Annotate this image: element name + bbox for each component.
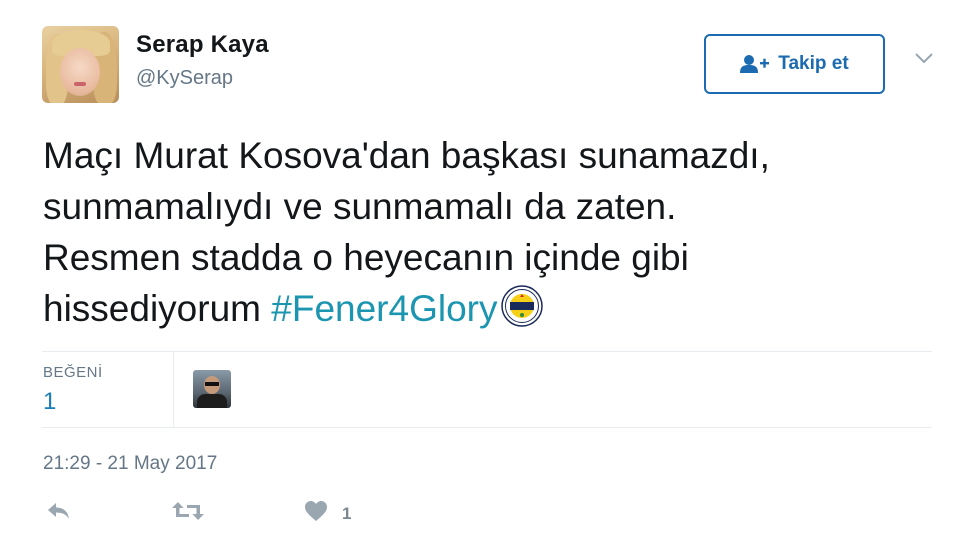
avatar-lips	[74, 82, 86, 86]
author-avatar[interactable]	[42, 26, 119, 103]
chevron-down-icon[interactable]	[914, 51, 934, 70]
tweet-line-2: sunmamalıydı ve sunmamalı da zaten.	[43, 186, 677, 227]
tweet-line-1: Maçı Murat Kosova'dan başkası sunamazdı,	[43, 135, 770, 176]
like-button[interactable]: 1	[304, 500, 351, 527]
follow-button[interactable]: Takip et	[704, 34, 885, 94]
liker-avatar[interactable]	[193, 370, 231, 408]
tweet-line-4: hissediyorum #Fener4Glory	[43, 283, 943, 340]
liker-avatar-body	[197, 394, 227, 408]
reply-icon	[46, 500, 72, 527]
like-count: 1	[342, 503, 352, 523]
follow-button-label: Takip et	[778, 53, 849, 74]
retweet-button[interactable]	[171, 500, 205, 527]
retweet-icon	[171, 500, 205, 527]
liker-avatar-sunglasses	[205, 382, 219, 386]
fenerbahce-emblem-icon	[501, 285, 544, 340]
avatar-face	[60, 48, 100, 96]
reply-button[interactable]	[46, 500, 72, 527]
hashtag-link[interactable]: #Fener4Glory	[271, 288, 497, 329]
author-handle[interactable]: @KySerap	[136, 67, 233, 90]
tweet-line-3: Resmen stadda o heyecanın içinde gibi	[43, 237, 689, 278]
stats-top-divider	[42, 351, 932, 352]
stats-vertical-divider	[173, 352, 174, 427]
likes-count[interactable]: 1	[43, 388, 56, 416]
author-name[interactable]: Serap Kaya	[136, 31, 269, 59]
tweet-timestamp[interactable]: 21:29 - 21 May 2017	[43, 453, 217, 475]
heart-icon	[304, 500, 328, 527]
follow-user-icon	[740, 54, 770, 74]
tweet-line-4-text: hissediyorum	[43, 288, 261, 329]
tweet-text: Maçı Murat Kosova'dan başkası sunamazdı,…	[43, 130, 943, 340]
likes-label: BEĞENİ	[43, 364, 103, 381]
stats-bottom-divider	[42, 427, 932, 428]
